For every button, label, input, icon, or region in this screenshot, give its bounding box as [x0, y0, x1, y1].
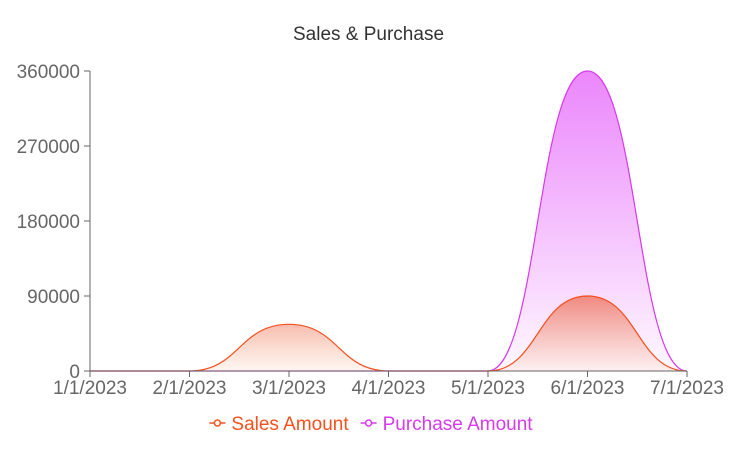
legend-marker-icon [213, 419, 222, 427]
x-tick-label: 7/1/2023 [650, 378, 724, 399]
legend: Sales Amount Purchase Amount [209, 414, 533, 435]
legend-label: Purchase Amount [383, 414, 534, 435]
x-tick-label: 1/1/2023 [53, 378, 127, 399]
sales-amount-area [90, 296, 687, 371]
y-tick-label: 270000 [17, 137, 80, 158]
legend-marker-icon [364, 419, 373, 427]
x-tick-label: 2/1/2023 [153, 378, 227, 399]
sales-purchase-chart: 0900001800002700003600001/1/2023 2/1/2023… [17, 62, 724, 435]
x-tick-label: 5/1/2023 [451, 378, 525, 399]
x-tick-label: 4/1/2023 [352, 378, 426, 399]
x-tick-label: 6/1/2023 [551, 378, 625, 399]
x-tick-label: 3/1/2023 [252, 378, 326, 399]
y-tick-label: 90000 [27, 287, 80, 308]
legend-item-sales-amount[interactable]: Sales Amount [209, 414, 349, 435]
legend-label: Sales Amount [231, 414, 349, 435]
y-tick-label: 180000 [17, 212, 80, 233]
y-tick-label: 360000 [17, 62, 80, 83]
legend-item-purchase-amount[interactable]: Purchase Amount [360, 414, 534, 435]
plot-area [89, 70, 688, 372]
